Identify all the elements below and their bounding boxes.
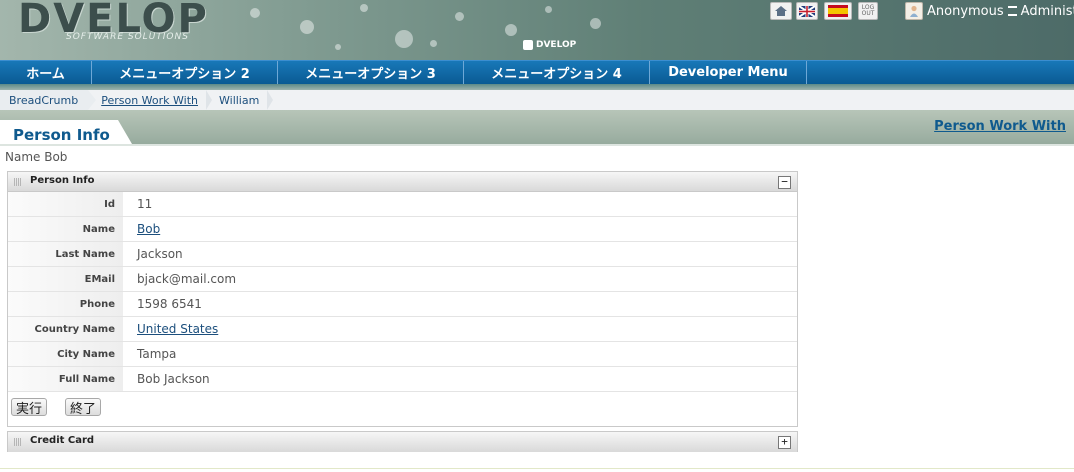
page-subtitle: Name Bob xyxy=(5,150,68,164)
breadcrumb-current: William xyxy=(210,90,274,110)
user-info: Anonymous Administ xyxy=(905,2,1074,20)
run-button[interactable]: 実行 xyxy=(11,398,48,417)
grip-icon xyxy=(14,438,21,446)
field-value: 11 xyxy=(137,197,153,211)
field-row-city: City Name Tampa xyxy=(8,342,797,367)
field-value: 1598 6541 xyxy=(137,297,202,311)
person-work-with-link[interactable]: Person Work With xyxy=(934,119,1066,134)
field-value: Bob Jackson xyxy=(137,372,210,386)
separator-icon xyxy=(1007,6,1017,16)
panel-header[interactable]: Credit Card + xyxy=(8,432,797,452)
name-link[interactable]: Bob xyxy=(123,217,160,241)
breadcrumb: BreadCrumb Person Work With William xyxy=(0,90,1074,110)
panel-header: Person Info − xyxy=(8,172,797,192)
close-button[interactable]: 終了 xyxy=(65,398,102,417)
field-label: EMail xyxy=(8,267,123,291)
decorative-bubble xyxy=(360,4,368,12)
menu-item-option-4[interactable]: メニューオプション 4 xyxy=(464,61,650,84)
field-row-phone: Phone 1598 6541 xyxy=(8,292,797,317)
user-name: Anonymous xyxy=(927,3,1004,19)
brand-small-text: DVELOP xyxy=(536,40,577,50)
avatar xyxy=(905,2,923,20)
spanish-flag-icon[interactable] xyxy=(824,2,852,20)
field-value: Tampa xyxy=(137,347,177,361)
page-title: Person Info xyxy=(13,126,110,144)
logo-tagline: SOFTWARE SOLUTIONS xyxy=(66,32,189,42)
field-row-id: Id 11 xyxy=(8,192,797,217)
brand-icon xyxy=(523,40,533,50)
field-label: Name xyxy=(8,217,123,241)
decorative-bubble xyxy=(300,20,314,34)
title-divider xyxy=(0,144,1074,146)
action-bar: 実行 終了 xyxy=(8,392,797,422)
credit-card-panel: Credit Card + xyxy=(7,431,798,452)
decorative-bubble xyxy=(430,40,437,47)
field-label: Full Name xyxy=(8,367,123,391)
decorative-bubble xyxy=(545,6,552,13)
home-icon[interactable] xyxy=(770,2,792,20)
field-label: Country Name xyxy=(8,317,123,341)
field-row-last-name: Last Name Jackson xyxy=(8,242,797,267)
user-role: Administ xyxy=(1020,3,1074,19)
person-info-panel: Person Info − Id 11 Name Bob Last Name J… xyxy=(7,171,798,427)
footer-divider xyxy=(0,468,1074,469)
menu-item-option-2[interactable]: メニューオプション 2 xyxy=(92,61,278,84)
english-flag-icon[interactable] xyxy=(796,2,818,20)
field-label: City Name xyxy=(8,342,123,366)
decorative-bubble xyxy=(455,12,464,21)
menu-item-home[interactable]: ホーム xyxy=(0,61,92,84)
panel-title: Credit Card xyxy=(30,435,95,446)
title-bar: Person Info Person Work With xyxy=(0,110,1074,144)
field-label: Last Name xyxy=(8,242,123,266)
decorative-bubble xyxy=(250,8,260,18)
app-header: DVELOP SOFTWARE SOLUTIONS DVELOP LOG OUT… xyxy=(0,0,1074,60)
field-row-name: Name Bob xyxy=(8,217,797,242)
expand-icon[interactable]: + xyxy=(778,436,791,449)
breadcrumb-person-work-with[interactable]: Person Work With xyxy=(92,90,212,110)
collapse-icon[interactable]: − xyxy=(778,176,791,189)
country-link[interactable]: United States xyxy=(123,317,218,341)
decorative-bubble xyxy=(395,30,413,48)
decorative-bubble xyxy=(505,24,517,36)
field-label: Phone xyxy=(8,292,123,316)
menu-item-option-3[interactable]: メニューオプション 3 xyxy=(278,61,464,84)
panel-title: Person Info xyxy=(30,175,95,186)
field-value: bjack@mail.com xyxy=(137,272,237,286)
decorative-bubble xyxy=(590,18,601,29)
field-row-country: Country Name United States xyxy=(8,317,797,342)
decorative-bubble xyxy=(335,44,341,50)
logout-icon[interactable]: LOG OUT xyxy=(858,2,878,20)
main-menu: ホーム メニューオプション 2 メニューオプション 3 メニューオプション 4 … xyxy=(0,60,1074,84)
field-value: Jackson xyxy=(137,247,183,261)
field-row-full-name: Full Name Bob Jackson xyxy=(8,367,797,392)
field-label: Id xyxy=(8,192,123,216)
field-row-email: EMail bjack@mail.com xyxy=(8,267,797,292)
menu-item-developer[interactable]: Developer Menu xyxy=(650,61,807,84)
grip-icon xyxy=(14,178,21,186)
brand-mark: DVELOP xyxy=(523,40,576,50)
breadcrumb-root: BreadCrumb xyxy=(0,90,97,110)
